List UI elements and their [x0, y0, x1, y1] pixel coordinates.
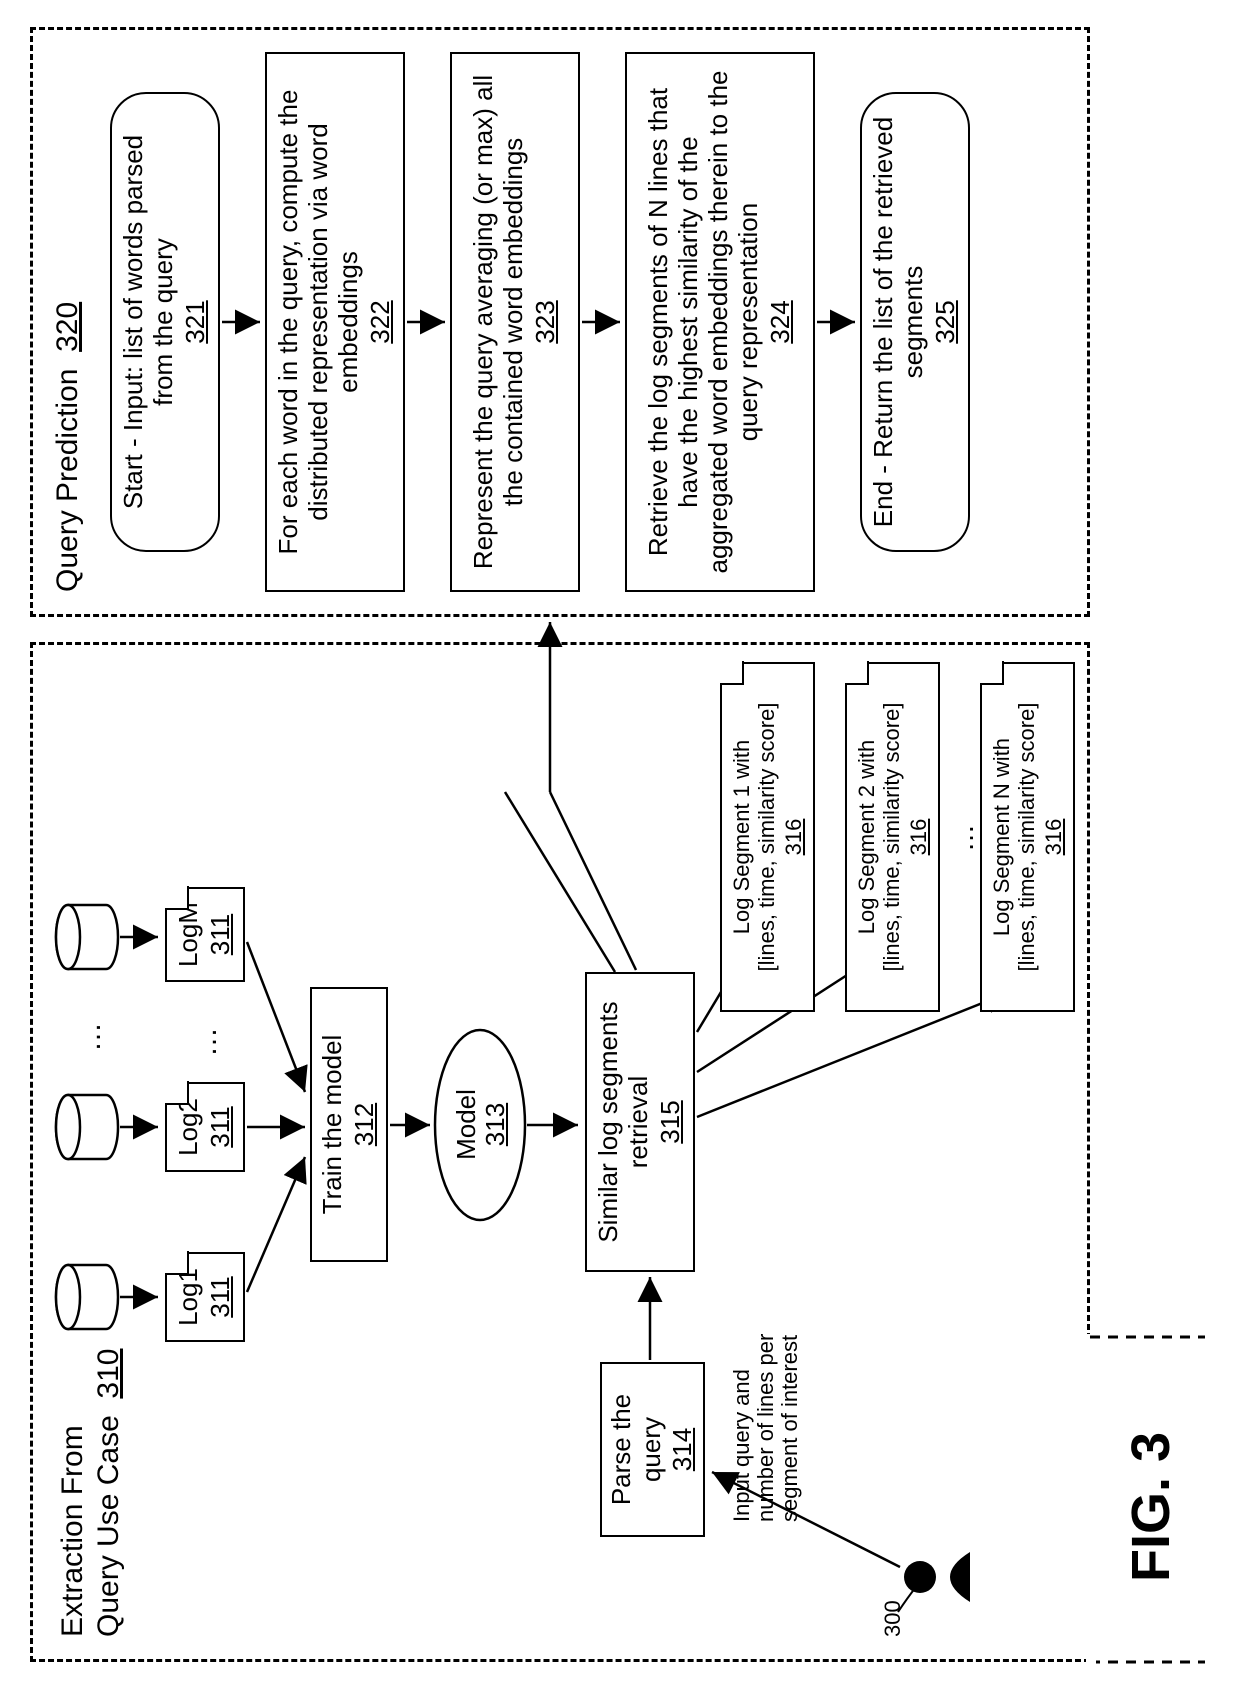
log-doc: Log1311 [165, 1252, 245, 1342]
step-box: Start - Input: list of words parsed from… [110, 92, 220, 552]
train-box: Train the model312 [310, 987, 388, 1262]
log-doc: Log2311 [165, 1082, 245, 1172]
step-box: Represent the query averaging (or max) a… [450, 52, 580, 592]
left-panel-title: Extraction From Query Use Case 310 [55, 1337, 127, 1637]
ellipsis: … [190, 1027, 224, 1057]
input-note: Input query and number of lines per segm… [730, 1332, 803, 1522]
segment-box: Log Segment 2 with [lines, time, similar… [845, 662, 940, 1012]
ellipsis: … [948, 824, 980, 852]
figure-label: FIG. 3 [1120, 1432, 1182, 1582]
segment-box: Log Segment 1 with [lines, time, similar… [720, 662, 815, 1012]
model-label: Model313 [452, 1057, 509, 1192]
log-doc: LogM311 [165, 887, 245, 982]
retrieval-box: Similar log segments retrieval315 [585, 972, 695, 1272]
step-box: For each word in the query, compute the … [265, 52, 405, 592]
actor-ref: 300 [880, 1600, 906, 1637]
step-box: Retrieve the log segments of N lines tha… [625, 52, 815, 592]
parse-box: Parse the query314 [600, 1362, 705, 1537]
segment-box: Log Segment N with [lines, time, similar… [980, 662, 1075, 1012]
step-box: End - Return the list of the retrieved s… [860, 92, 970, 552]
right-panel-title: Query Prediction 320 [50, 92, 86, 592]
